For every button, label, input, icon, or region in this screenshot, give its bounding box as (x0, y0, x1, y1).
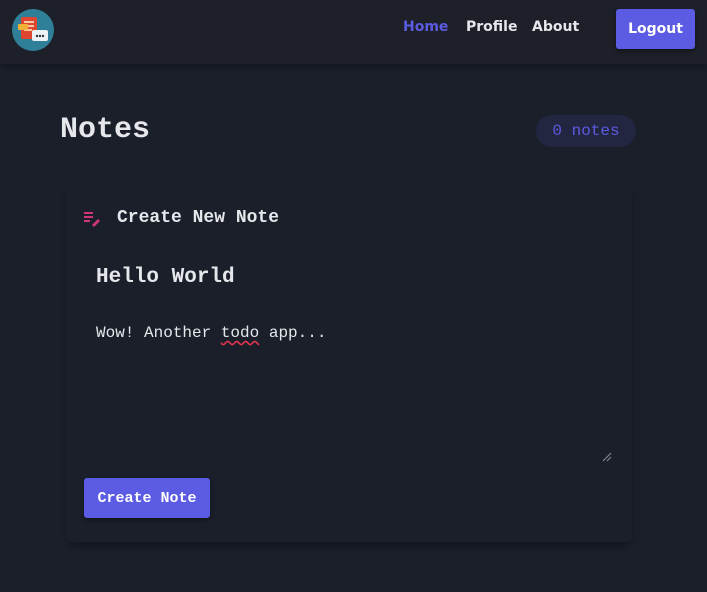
navbar: Home Profile About Logout (0, 0, 707, 64)
page-title: Notes (60, 113, 151, 147)
note-body-textarea[interactable] (96, 320, 612, 462)
create-note-card: Create New Note Wow! Another todo app...… (66, 180, 632, 542)
note-title-input[interactable] (96, 262, 596, 292)
logout-button[interactable]: Logout (616, 9, 695, 49)
nav-links: Home Profile About (0, 17, 600, 37)
create-note-button[interactable]: Create Note (84, 478, 210, 518)
edit-note-icon (84, 212, 100, 227)
notes-count-badge: 0 notes (536, 115, 636, 147)
card-title: Create New Note (117, 208, 280, 228)
nav-link-profile[interactable]: Profile (466, 17, 517, 37)
nav-link-about[interactable]: About (532, 17, 579, 37)
resize-handle-icon[interactable] (600, 450, 612, 462)
nav-link-home[interactable]: Home (403, 17, 448, 37)
card-header: Create New Note (84, 206, 484, 230)
